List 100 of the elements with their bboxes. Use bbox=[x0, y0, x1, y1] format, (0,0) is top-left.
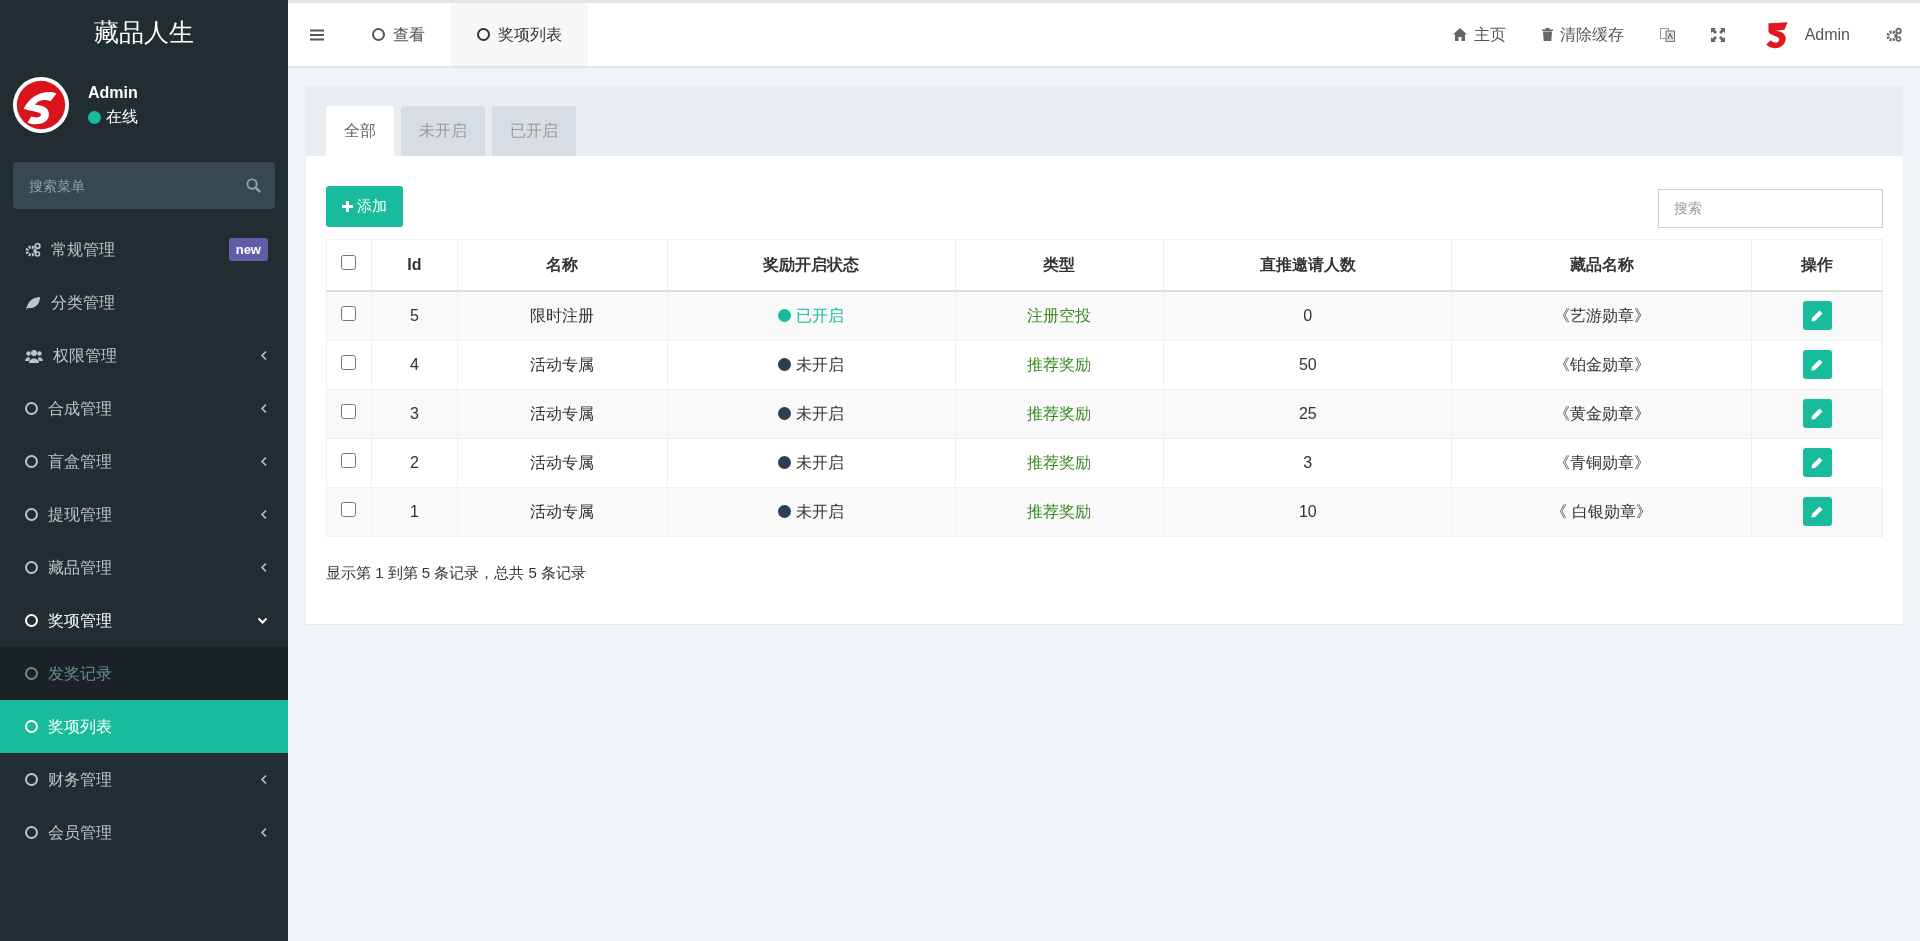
table-cell: 推荐奖励 bbox=[955, 340, 1164, 389]
circle-icon bbox=[25, 455, 38, 468]
row-checkbox[interactable] bbox=[341, 403, 357, 419]
table-cell: 5 bbox=[371, 291, 458, 340]
table-cell: 推荐奖励 bbox=[955, 438, 1164, 487]
user-name: Admin bbox=[88, 83, 138, 103]
search-field[interactable]: 搜索 bbox=[1658, 188, 1883, 228]
trash-icon bbox=[1541, 28, 1553, 41]
leaf-icon bbox=[25, 294, 41, 311]
table-cell: 注册空投 bbox=[955, 291, 1164, 340]
pencil-icon bbox=[1811, 407, 1823, 420]
chevron-left-icon bbox=[260, 403, 268, 414]
circle-icon bbox=[25, 402, 38, 415]
status-label: 已开启 bbox=[778, 306, 845, 324]
menu-search-field[interactable]: 搜索菜单 bbox=[13, 162, 275, 209]
table-cell: 限时注册 bbox=[457, 291, 668, 340]
fullscreen-icon bbox=[1710, 27, 1725, 42]
home-icon bbox=[1452, 28, 1467, 41]
plus-icon bbox=[342, 200, 353, 212]
avatar-logo bbox=[12, 76, 70, 134]
table-cell: 1 bbox=[371, 487, 458, 536]
table-cell: 《 白银勋章》 bbox=[1451, 487, 1752, 536]
table-cell: 0 bbox=[1163, 291, 1452, 340]
chevron-left-icon bbox=[260, 509, 268, 520]
menu-item[interactable]: 会员管理 bbox=[0, 806, 288, 859]
table-cell: 《青铜勋章》 bbox=[1451, 438, 1752, 487]
table-cell: 3 bbox=[1163, 438, 1452, 487]
circle-icon bbox=[25, 614, 38, 627]
home-link[interactable]: 主页 bbox=[1434, 3, 1524, 66]
filter-tab[interactable]: 全部 bbox=[326, 106, 394, 156]
table-cell: 活动专属 bbox=[457, 487, 668, 536]
row-checkbox[interactable] bbox=[341, 501, 357, 517]
user-menu[interactable]: Admin bbox=[1742, 3, 1868, 66]
circle-icon bbox=[25, 667, 38, 680]
chevron-left-icon bbox=[260, 350, 268, 361]
circle-icon bbox=[477, 28, 490, 41]
table-cell: 2 bbox=[371, 438, 458, 487]
circle-icon bbox=[25, 561, 38, 574]
table-cell: 25 bbox=[1163, 389, 1452, 438]
gears-icon bbox=[25, 241, 41, 258]
circle-icon bbox=[25, 720, 38, 733]
table-cell: 活动专属 bbox=[457, 438, 668, 487]
status-label: 未开启 bbox=[778, 404, 845, 422]
menu-item[interactable]: 常规管理 new bbox=[0, 223, 288, 276]
online-status: 在线 bbox=[88, 105, 138, 129]
edit-button[interactable] bbox=[1802, 399, 1832, 428]
pencil-icon bbox=[1811, 309, 1823, 322]
chevron-left-icon bbox=[260, 456, 268, 467]
table-cell: 活动专属 bbox=[457, 340, 668, 389]
table-cell: 活动专属 bbox=[457, 389, 668, 438]
menu-item[interactable]: 权限管理 bbox=[0, 329, 288, 382]
table-cell: 3 bbox=[371, 389, 458, 438]
table-cell: 《铂金勋章》 bbox=[1451, 340, 1752, 389]
pencil-icon bbox=[1811, 505, 1823, 518]
menu-item[interactable]: 盲盒管理 bbox=[0, 435, 288, 488]
menu-item[interactable]: 藏品管理 bbox=[0, 541, 288, 594]
select-all-checkbox[interactable] bbox=[341, 254, 357, 270]
edit-button[interactable] bbox=[1802, 350, 1832, 379]
chevron-down-icon bbox=[257, 616, 268, 625]
circle-icon bbox=[25, 826, 38, 839]
circle-icon bbox=[25, 508, 38, 521]
menu-item[interactable]: 发奖记录 bbox=[0, 647, 288, 700]
page-tab[interactable]: 奖项列表 bbox=[451, 3, 588, 66]
table-cell: 《黄金勋章》 bbox=[1451, 389, 1752, 438]
search-icon bbox=[246, 178, 261, 193]
row-checkbox[interactable] bbox=[341, 305, 357, 321]
chevron-left-icon bbox=[260, 827, 268, 838]
app-title: 藏品人生 bbox=[93, 17, 195, 49]
translate-icon bbox=[1659, 27, 1675, 42]
table-cell: 推荐奖励 bbox=[955, 487, 1164, 536]
table-cell: 50 bbox=[1163, 340, 1452, 389]
menu-icon bbox=[310, 28, 324, 41]
pagination-info: 显示第 1 到第 5 条记录，总共 5 条记录 bbox=[326, 562, 588, 583]
edit-button[interactable] bbox=[1802, 301, 1832, 331]
status-label: 未开启 bbox=[778, 355, 845, 373]
menu-item[interactable]: 财务管理 bbox=[0, 753, 288, 806]
chevron-left-icon bbox=[260, 562, 268, 573]
table-cell: 4 bbox=[371, 340, 458, 389]
table-cell: 推荐奖励 bbox=[955, 389, 1164, 438]
menu-item[interactable]: 提现管理 bbox=[0, 488, 288, 541]
edit-button[interactable] bbox=[1802, 448, 1832, 477]
status-label: 未开启 bbox=[778, 502, 845, 520]
chevron-left-icon bbox=[260, 774, 268, 785]
circle-icon bbox=[372, 28, 385, 41]
status-label: 未开启 bbox=[778, 453, 845, 471]
row-checkbox[interactable] bbox=[341, 452, 357, 468]
edit-button[interactable] bbox=[1802, 497, 1832, 526]
trash-link[interactable]: 清除缓存 bbox=[1523, 3, 1642, 66]
menu-item[interactable]: 奖项管理 bbox=[0, 594, 288, 647]
users-icon bbox=[25, 347, 43, 364]
pencil-icon bbox=[1811, 456, 1823, 469]
menu-item[interactable]: 合成管理 bbox=[0, 382, 288, 435]
row-checkbox[interactable] bbox=[341, 354, 357, 370]
circle-icon bbox=[25, 773, 38, 786]
table-cell: 《艺游勋章》 bbox=[1451, 291, 1752, 340]
settings-icon bbox=[1886, 26, 1902, 43]
menu-item[interactable]: 分类管理 bbox=[0, 276, 288, 329]
page-tab[interactable]: 查看 bbox=[346, 3, 451, 66]
new-badge: new bbox=[228, 237, 268, 262]
table-cell: 10 bbox=[1163, 487, 1452, 536]
